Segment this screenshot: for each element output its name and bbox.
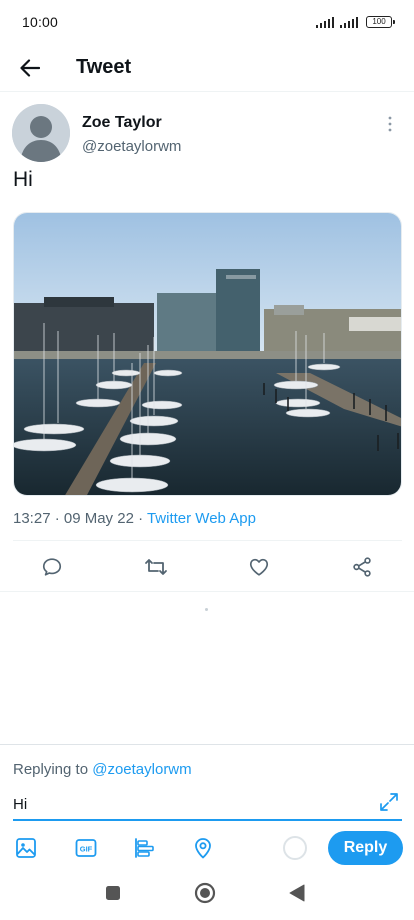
image-icon: [16, 838, 36, 858]
author-handle[interactable]: @zoetaylorwm: [82, 138, 181, 155]
signal-icon: [340, 16, 358, 28]
character-count-ring: [283, 836, 307, 860]
back-nav-button[interactable]: [286, 882, 308, 904]
retweet-button[interactable]: [144, 555, 168, 579]
replying-to: Replying to @zoetaylorwm: [13, 761, 192, 778]
reply-composer: Replying to @zoetaylorwm GIF: [0, 744, 414, 867]
status-time: 10:00: [22, 14, 59, 30]
tweet-text: Hi: [13, 168, 33, 191]
comment-icon: [42, 558, 62, 576]
expand-icon: [380, 793, 398, 811]
harbor-photo: [14, 213, 401, 495]
status-bar: 10:00 100: [0, 0, 414, 44]
loading-indicator: [205, 608, 208, 611]
arrow-left-icon: [20, 58, 40, 77]
tweet-timestamp: 13:27 · 09 May 22 · Twitter Web App: [13, 510, 256, 527]
tweet-author: Zoe Taylor @zoetaylorwm: [12, 104, 402, 164]
add-gif-button[interactable]: GIF: [73, 835, 99, 861]
avatar[interactable]: [12, 104, 70, 162]
signal-icon: [316, 16, 335, 28]
recents-button[interactable]: [102, 882, 124, 904]
more-vertical-icon: [388, 116, 392, 132]
share-button[interactable]: [350, 555, 374, 579]
square-icon: [106, 886, 120, 900]
tweet-photo[interactable]: [13, 212, 402, 496]
default-avatar-icon: [12, 104, 70, 162]
expand-button[interactable]: [378, 791, 400, 813]
home-button[interactable]: [194, 882, 216, 904]
divider: [0, 591, 414, 592]
tweet-actions: [0, 542, 414, 592]
author-name[interactable]: Zoe Taylor: [82, 114, 162, 132]
triangle-back-icon: [289, 884, 305, 902]
like-button[interactable]: [247, 555, 271, 579]
page-title: Tweet: [76, 56, 132, 78]
add-image-button[interactable]: [13, 835, 39, 861]
gif-icon: GIF: [75, 839, 97, 857]
system-nav-bar: [0, 864, 414, 920]
composer-toolbar: GIF Reply: [0, 827, 414, 867]
share-icon: [353, 557, 371, 577]
back-button[interactable]: [0, 44, 60, 92]
retweet-icon: [145, 559, 167, 575]
tweet-source[interactable]: Twitter Web App: [147, 510, 256, 527]
reply-button[interactable]: [40, 555, 64, 579]
circle-home-icon: [194, 882, 216, 904]
replying-to-handle[interactable]: @zoetaylorwm: [92, 761, 191, 778]
heart-icon: [249, 558, 269, 576]
replying-to-label: Replying to: [13, 761, 93, 778]
poll-icon: [135, 838, 154, 858]
status-icons: 100: [316, 16, 395, 28]
battery-icon: 100: [366, 16, 395, 28]
more-button[interactable]: [382, 114, 398, 134]
location-icon: [195, 838, 211, 859]
svg-text:GIF: GIF: [80, 845, 93, 854]
add-poll-button[interactable]: [132, 835, 158, 861]
reply-submit-button[interactable]: Reply: [328, 831, 403, 865]
tweet-time[interactable]: 13:27 · 09 May 22 ·: [13, 510, 147, 527]
app-header: Tweet: [0, 44, 414, 92]
reply-input[interactable]: [13, 789, 402, 821]
divider: [13, 540, 402, 541]
add-location-button[interactable]: [190, 835, 216, 861]
